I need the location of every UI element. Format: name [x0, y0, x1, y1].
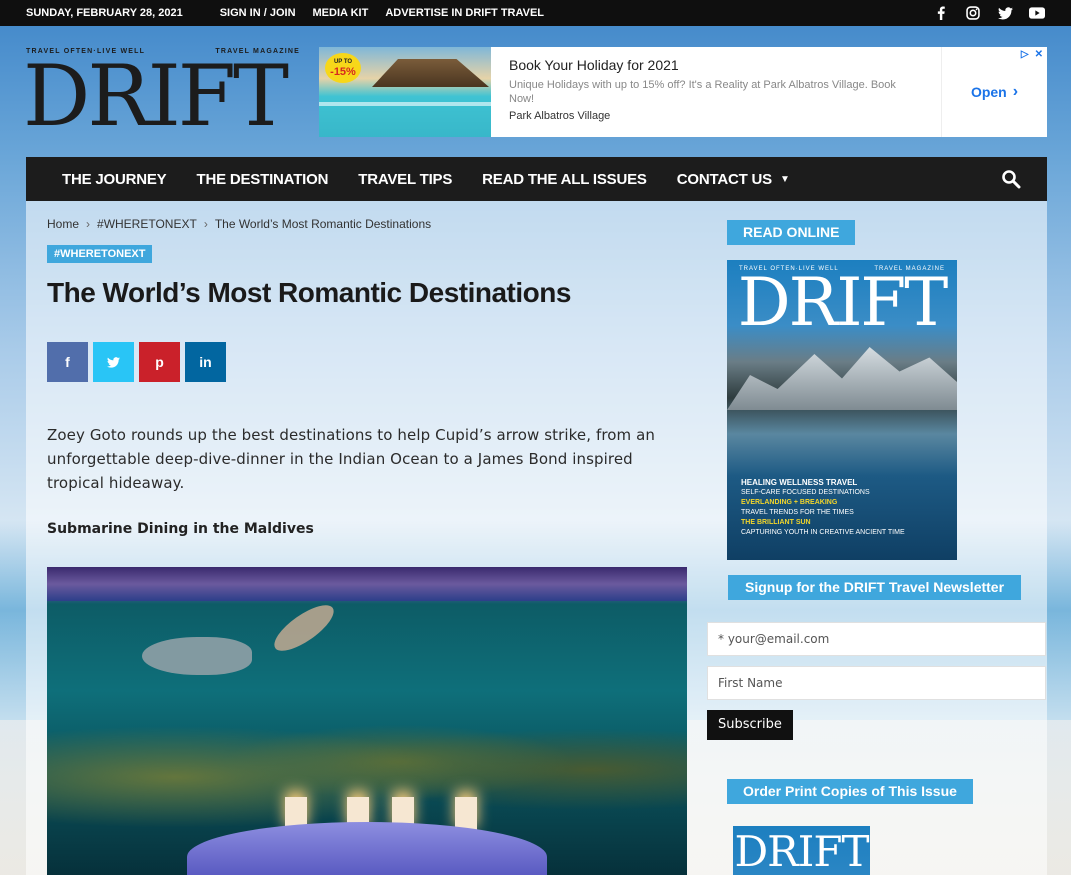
- hero-fish-1: [142, 637, 252, 675]
- site-logo[interactable]: TRAVEL OFTEN·LIVE WELL TRAVEL MAGAZINE D…: [23, 47, 300, 145]
- magazine-line3-sub: CAPTURING YOUTH IN CREATIVE ANCIENT TIME: [741, 529, 905, 536]
- magazine-headline: HEALING WELLNESS TRAVEL: [741, 478, 858, 487]
- ad-image[interactable]: UP TO -15%: [319, 47, 491, 137]
- magazine-wordmark: DRIFT: [737, 264, 949, 341]
- top-bar: SUNDAY, FEBRUARY 28, 2021 SIGN IN / JOIN…: [0, 0, 1071, 26]
- magazine-sub1: SELF-CARE FOCUSED DESTINATIONS: [741, 489, 870, 496]
- youtube-icon[interactable]: [1029, 5, 1045, 21]
- logo-wordmark: DRIFT: [23, 47, 289, 145]
- nav-travel-tips[interactable]: TRAVEL TIPS: [358, 171, 452, 188]
- ad-description: Unique Holidays with up to 15% off? It's…: [509, 79, 896, 105]
- hero-fish-2: [267, 597, 341, 659]
- category-tag[interactable]: #WHERETONEXT: [47, 245, 153, 263]
- breadcrumb-current: The World’s Most Romantic Destinations: [214, 217, 432, 231]
- article-subhead: Submarine Dining in the Maldives: [47, 521, 314, 537]
- nav-the-journey[interactable]: THE JOURNEY: [62, 171, 167, 188]
- magazine-line3: THE BRILLIANT SUN: [741, 519, 811, 526]
- magazine-mountains: [727, 347, 957, 410]
- share-twitter-button[interactable]: [93, 342, 134, 382]
- article-intro: Zoey Goto rounds up the best destination…: [47, 426, 656, 492]
- breadcrumb-separator-icon: ›: [86, 217, 91, 231]
- advertise-link[interactable]: ADVERTISE IN DRIFT TRAVEL: [385, 7, 544, 19]
- nav-the-destination[interactable]: THE DESTINATION: [197, 171, 329, 188]
- breadcrumb-home[interactable]: Home: [47, 217, 79, 231]
- ad-text[interactable]: Book Your Holiday for 2021 Unique Holida…: [491, 47, 941, 137]
- nav-contact-us-label: CONTACT US: [676, 170, 772, 188]
- share-pinterest-button[interactable]: p: [139, 342, 180, 382]
- print-issue-thumbnail[interactable]: DRIFT: [733, 826, 870, 875]
- instagram-icon[interactable]: [965, 5, 981, 21]
- ad-discount-badge: UP TO -15%: [325, 53, 361, 83]
- subscribe-button[interactable]: Subscribe: [707, 710, 793, 740]
- ad-badge-percent: -15%: [330, 65, 356, 78]
- share-buttons: f p in: [47, 342, 226, 382]
- twitter-icon[interactable]: [997, 5, 1013, 21]
- social-links: [933, 5, 1045, 21]
- nav-contact-us[interactable]: CONTACT US ▼: [677, 171, 790, 188]
- breadcrumb-category[interactable]: #WHERETONEXT: [97, 217, 197, 231]
- read-online-label: READ ONLINE: [727, 220, 856, 245]
- ad-image-umbrella: [372, 59, 489, 87]
- ad-advertiser: Park Albatros Village: [509, 110, 611, 122]
- article-title: The World’s Most Romantic Destinations: [47, 277, 571, 308]
- ad-image-pool: [319, 102, 491, 106]
- search-icon[interactable]: [1001, 169, 1021, 189]
- share-linkedin-button[interactable]: in: [185, 342, 226, 382]
- hero-ceiling: [47, 567, 687, 601]
- ad-open-button[interactable]: Open › ▷ ✕: [941, 47, 1047, 137]
- nav-read-all-issues[interactable]: READ THE ALL ISSUES: [482, 171, 647, 188]
- current-date: SUNDAY, FEBRUARY 28, 2021: [26, 7, 183, 19]
- chevron-down-icon: ▼: [779, 173, 790, 185]
- media-kit-link[interactable]: MEDIA KIT: [313, 7, 369, 19]
- main-nav: THE JOURNEY THE DESTINATION TRAVEL TIPS …: [26, 157, 1047, 201]
- ad-badge-upto: UP TO: [333, 58, 353, 65]
- breadcrumb: Home › #WHERETONEXT › The World’s Most R…: [47, 217, 431, 231]
- share-facebook-button[interactable]: f: [47, 342, 88, 382]
- magazine-cover[interactable]: TRAVEL OFTEN·LIVE WELL TRAVEL MAGAZINE D…: [727, 260, 957, 560]
- newsletter-label: Signup for the DRIFT Travel Newsletter: [728, 575, 1022, 600]
- magazine-line2: EVERLANDING + BREAKING: [741, 499, 838, 506]
- ad-close-icon[interactable]: ✕: [1035, 49, 1043, 60]
- sign-in-link[interactable]: SIGN IN / JOIN: [220, 7, 296, 19]
- magazine-cover-lines: HEALING WELLNESS TRAVEL SELF-CARE FOCUSE…: [741, 478, 905, 538]
- ad-choices-icon[interactable]: ▷: [1021, 49, 1029, 60]
- ad-banner[interactable]: UP TO -15% Book Your Holiday for 2021 Un…: [319, 47, 1047, 137]
- magazine-line2-sub: TRAVEL TRENDS FOR THE TIMES: [741, 509, 854, 516]
- ad-open-label: Open: [970, 84, 1007, 100]
- facebook-icon[interactable]: [933, 5, 949, 21]
- breadcrumb-separator-icon: ›: [203, 217, 208, 231]
- ad-title[interactable]: Book Your Holiday for 2021: [509, 57, 923, 73]
- ad-choices[interactable]: ▷ ✕: [1021, 49, 1043, 60]
- chevron-right-icon: ›: [1012, 83, 1019, 100]
- order-print-label: Order Print Copies of This Issue: [727, 779, 973, 804]
- article-hero-image: [47, 567, 687, 875]
- email-field[interactable]: * your@email.com: [707, 622, 1046, 656]
- first-name-field[interactable]: First Name: [707, 666, 1046, 700]
